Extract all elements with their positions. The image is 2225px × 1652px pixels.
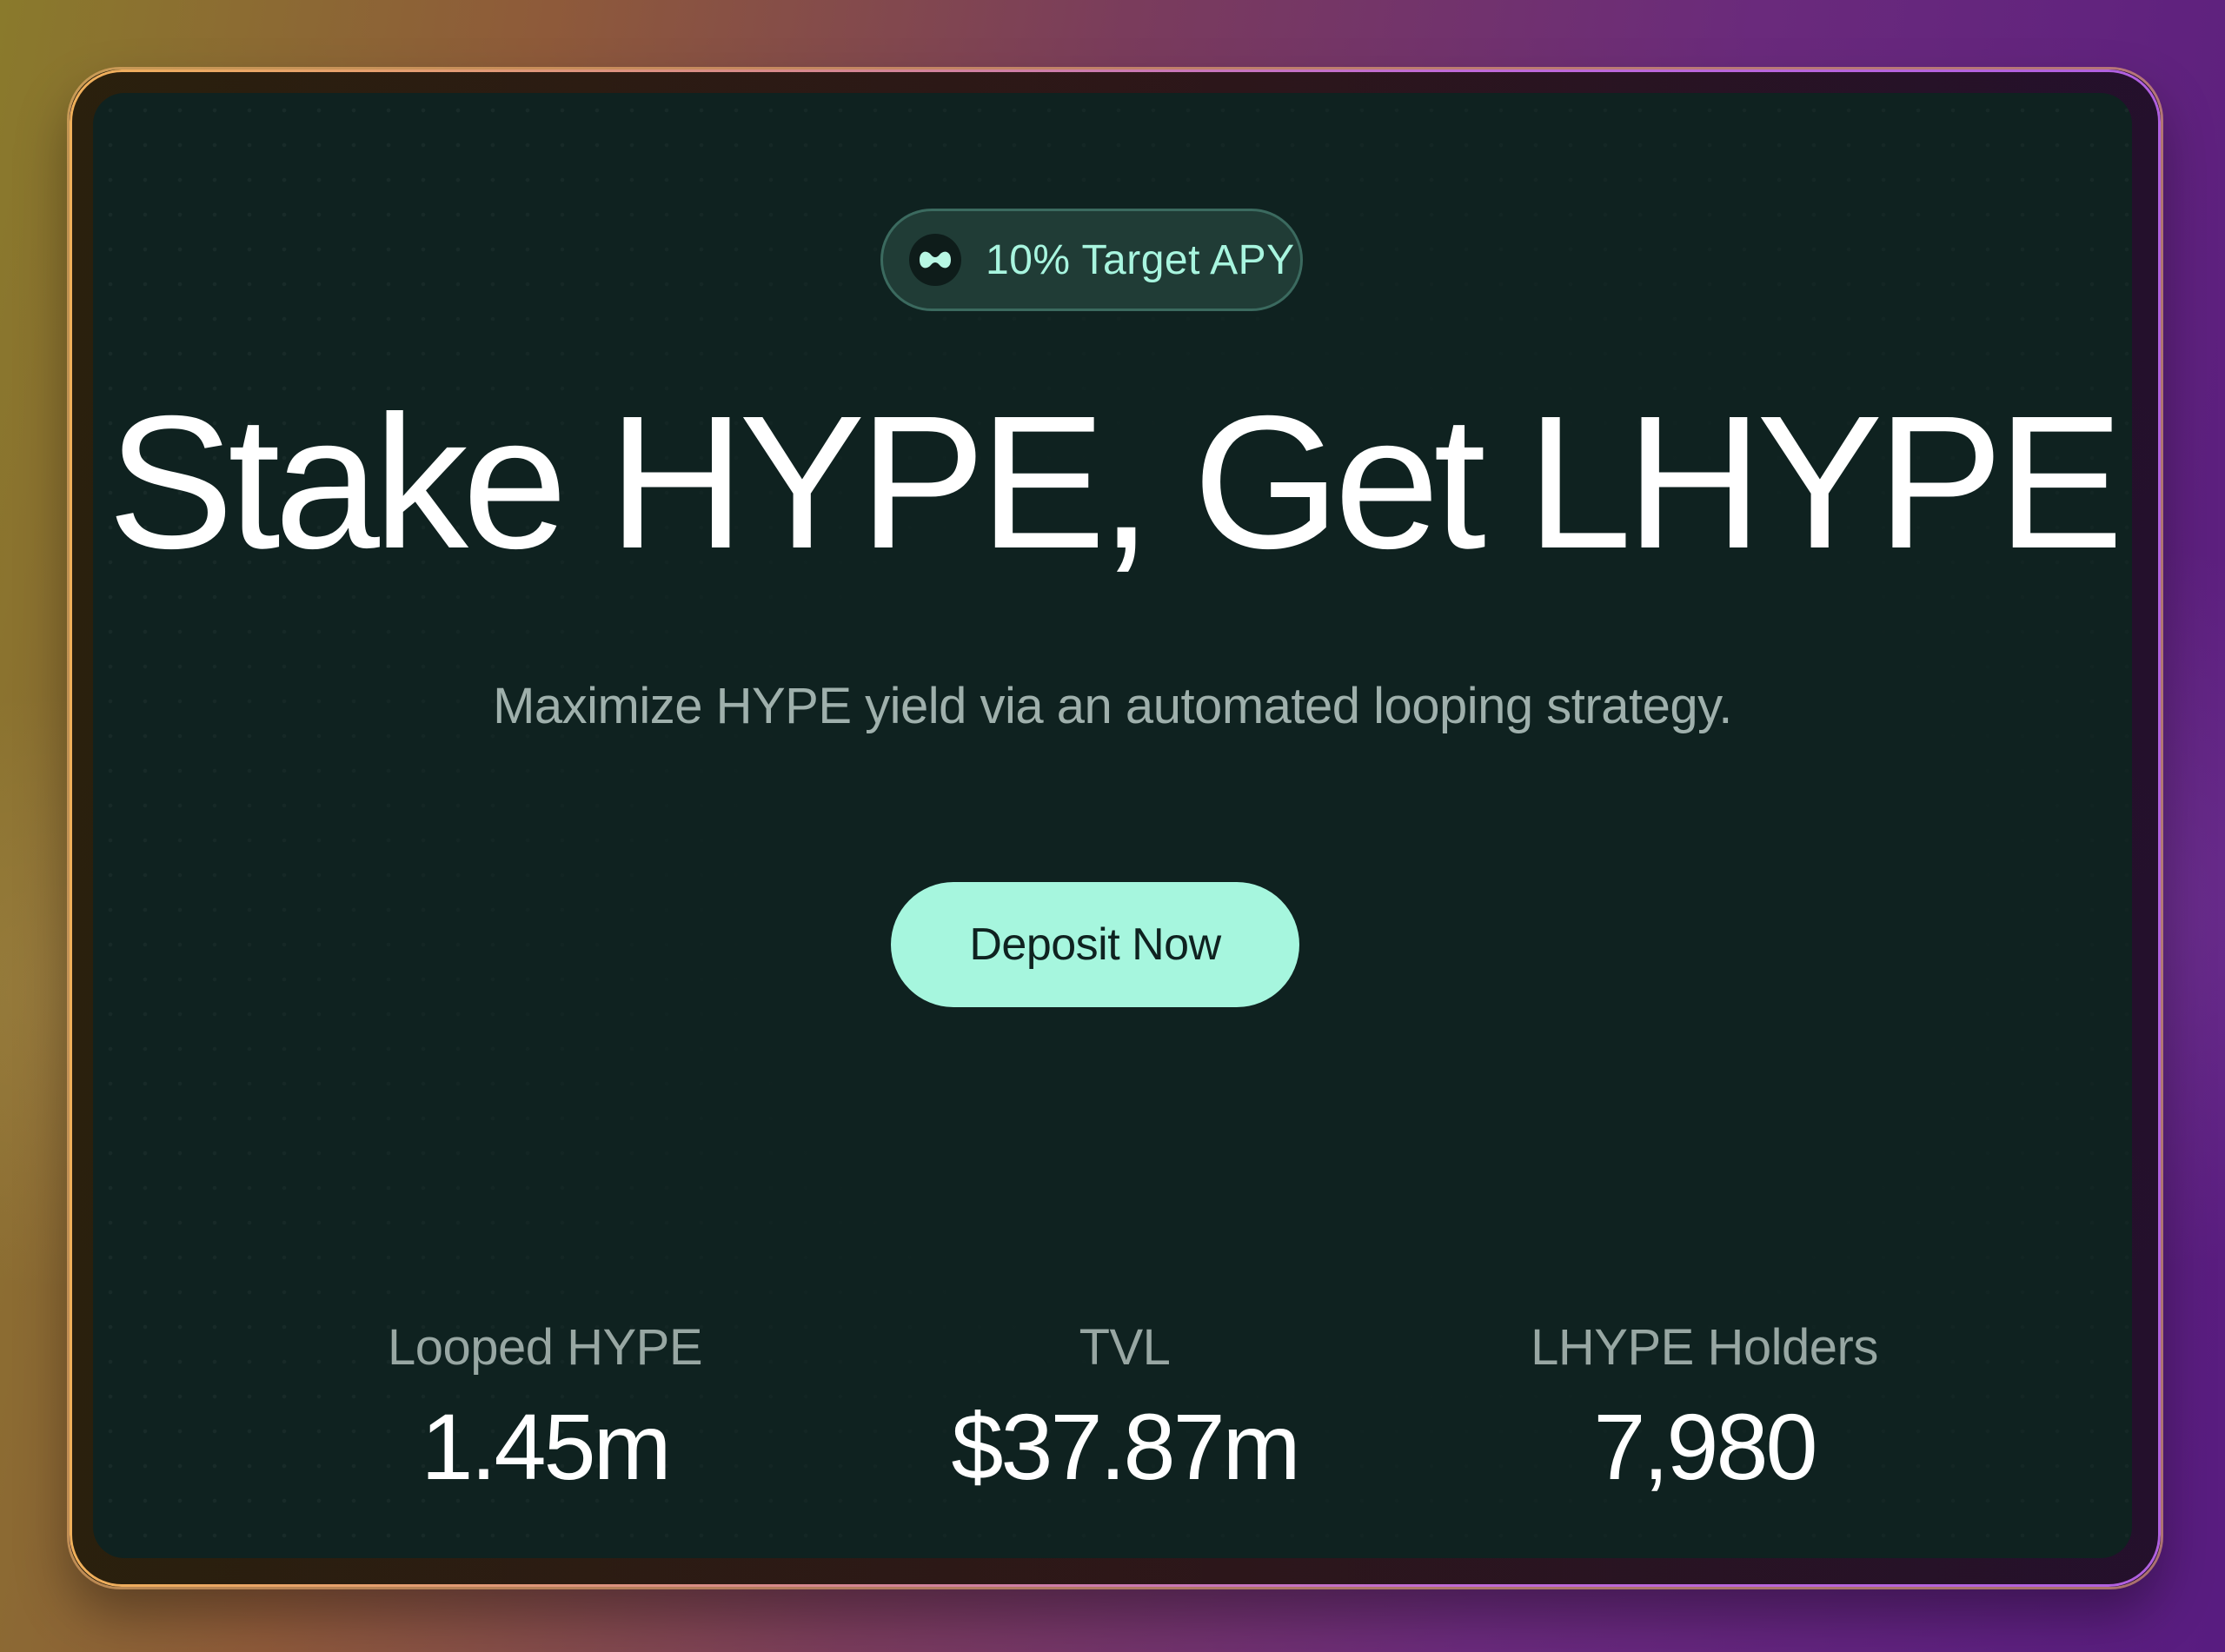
stat-label: LHYPE Holders xyxy=(1531,1319,1878,1376)
stat-value: 1.45m xyxy=(421,1394,671,1499)
stat-value: $37.87m xyxy=(951,1394,1300,1499)
apy-badge-label: 10% Target APY xyxy=(986,236,1295,283)
hero-card: 10% Target APY Stake HYPE, Get LHYPE Max… xyxy=(93,93,2132,1558)
stat-label: TVL xyxy=(1079,1319,1171,1376)
deposit-now-button[interactable]: Deposit Now xyxy=(891,882,1299,1007)
apy-badge: 10% Target APY xyxy=(880,209,1303,311)
page-title: Stake HYPE, Get LHYPE xyxy=(107,377,2124,588)
stats-row: Looped HYPE 1.45m TVL $37.87m LHYPE Hold… xyxy=(93,1318,2132,1544)
stat-lhype-holders: LHYPE Holders 7,980 xyxy=(1444,1318,1965,1501)
stat-value: 7,980 xyxy=(1593,1394,1817,1499)
stat-label: Looped HYPE xyxy=(387,1319,703,1376)
logo-icon xyxy=(909,234,961,286)
stat-tvl: TVL $37.87m xyxy=(864,1318,1385,1501)
page-subtitle: Maximize HYPE yield via an automated loo… xyxy=(493,678,1732,734)
stat-looped-hype: Looped HYPE 1.45m xyxy=(284,1318,806,1501)
